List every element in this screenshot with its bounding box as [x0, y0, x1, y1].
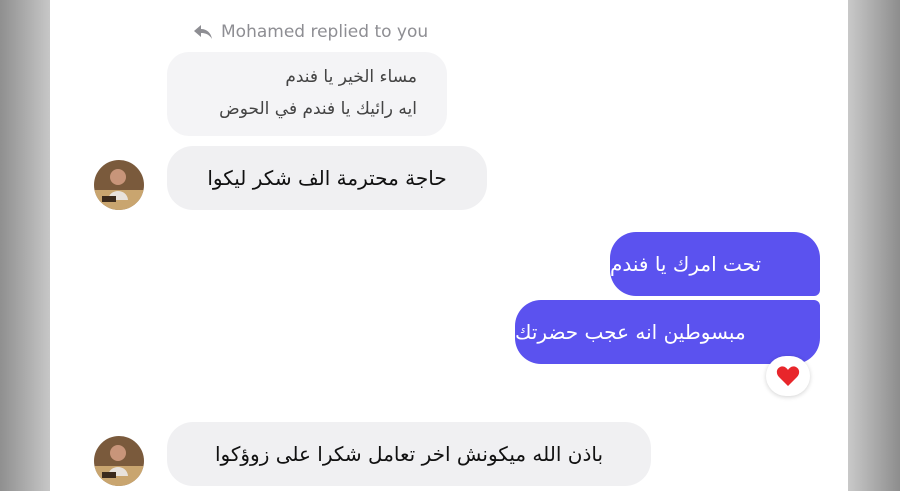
right-background: [848, 0, 900, 491]
message-bubble-outgoing[interactable]: تحت امرك يا فندم: [610, 232, 820, 296]
avatar[interactable]: [94, 160, 144, 210]
quoted-line: ايه رائيك يا فندم في الحوض: [219, 99, 417, 119]
message-bubble-incoming[interactable]: باذن الله ميكونش اخر تعامل شكرا على زوؤك…: [167, 422, 651, 486]
left-background: [0, 0, 50, 491]
message-text: مبسوطين انه عجب حضرتك: [515, 320, 746, 344]
avatar[interactable]: [94, 436, 144, 486]
message-text: حاجة محترمة الف شكر ليكوا: [207, 166, 447, 190]
quoted-message[interactable]: مساء الخير يا فندم ايه رائيك يا فندم في …: [167, 52, 447, 136]
reply-header-text: Mohamed replied to you: [221, 22, 429, 42]
chat-thread: Mohamed replied to you مساء الخير يا فند…: [50, 0, 848, 491]
reply-arrow-icon: [194, 25, 212, 39]
quoted-line: مساء الخير يا فندم: [285, 67, 417, 87]
heart-icon: [776, 366, 800, 386]
message-reaction[interactable]: [766, 356, 810, 396]
message-text: تحت امرك يا فندم: [610, 252, 762, 276]
message-text: باذن الله ميكونش اخر تعامل شكرا على زوؤك…: [214, 442, 604, 466]
message-bubble-incoming[interactable]: حاجة محترمة الف شكر ليكوا: [167, 146, 487, 210]
message-bubble-outgoing[interactable]: مبسوطين انه عجب حضرتك: [515, 300, 820, 364]
reply-header: Mohamed replied to you: [193, 20, 428, 44]
